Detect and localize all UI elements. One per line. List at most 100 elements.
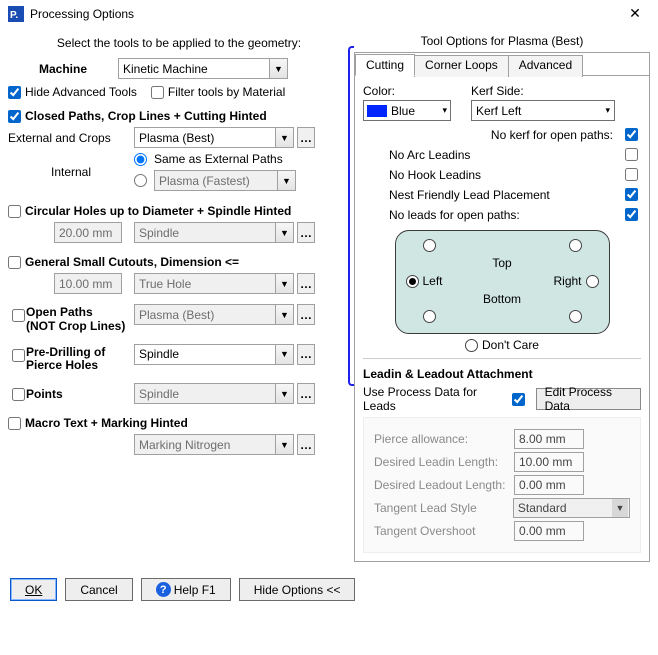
circular-holes-diameter[interactable] (54, 222, 122, 243)
open-paths-tool-combo[interactable]: Plasma (Best) (134, 304, 276, 325)
predrill-tool-combo[interactable]: Spindle (134, 344, 276, 365)
no-arc-leadins-label: No Arc Leadins (363, 148, 470, 162)
macro-text-checkbox[interactable] (8, 417, 21, 430)
edit-process-data-button[interactable]: Edit Process Data (536, 388, 641, 410)
kerf-side-label: Kerf Side: (471, 84, 615, 98)
internal-tool-combo[interactable]: Plasma (Fastest) (154, 170, 278, 191)
circular-holes-more[interactable]: … (297, 222, 315, 243)
open-paths-more[interactable]: … (297, 304, 315, 325)
chevron-down-icon[interactable]: ▼ (276, 383, 294, 404)
tool-options-tabs: Cutting Corner Loops Advanced Color: Blu… (354, 52, 650, 562)
filter-by-material-label: Filter tools by Material (168, 85, 285, 99)
chevron-down-icon[interactable]: ▼ (270, 58, 288, 79)
small-cutouts-more[interactable]: … (297, 273, 315, 294)
points-tool-combo[interactable]: Spindle (134, 383, 276, 404)
lead-pos-topright[interactable] (569, 239, 582, 252)
predrill-label: Pre-Drilling of Pierce Holes (26, 344, 134, 374)
points-checkbox[interactable] (12, 388, 25, 401)
predrill-more[interactable]: … (297, 344, 315, 365)
lead-pos-bottomright[interactable] (569, 310, 582, 323)
closed-paths-checkbox[interactable] (8, 110, 21, 123)
help-button[interactable]: ? Help F1 (141, 578, 231, 601)
leadin-length-value[interactable]: 10.00 mm (514, 452, 584, 472)
open-paths-label: Open Paths (NOT Crop Lines) (26, 304, 134, 334)
tangent-overshoot-value[interactable]: 0.00 mm (514, 521, 584, 541)
dialog-footer: OK Cancel ? Help F1 Hide Options << (0, 570, 658, 613)
nest-friendly-checkbox[interactable] (625, 188, 638, 201)
no-hook-leadins-label: No Hook Leadins (363, 168, 481, 182)
points-more[interactable]: … (297, 383, 315, 404)
circular-holes-checkbox[interactable] (8, 205, 21, 218)
chevron-down-icon[interactable]: ▼ (276, 344, 294, 365)
leadout-length-label: Desired Leadout Length: (374, 478, 514, 492)
circular-holes-tool-combo[interactable]: Spindle (134, 222, 276, 243)
lead-pos-dontcare[interactable] (465, 339, 478, 352)
circular-holes-label: Circular Holes up to Diameter + Spindle … (25, 204, 291, 218)
lead-pos-topleft[interactable] (423, 239, 436, 252)
hide-advanced-tools-checkbox[interactable] (8, 86, 21, 99)
tangent-lead-style-combo[interactable]: Standard ▼ (513, 498, 630, 518)
chevron-down-icon[interactable]: ▼ (276, 222, 294, 243)
lead-pos-left-label: Left (423, 274, 479, 288)
internal-tool-radio[interactable] (134, 174, 147, 187)
lead-position-panel: Top Left Right Bottom (395, 230, 610, 334)
no-kerf-open-checkbox[interactable] (625, 128, 638, 141)
chevron-down-icon[interactable]: ▼ (276, 434, 294, 455)
macro-more[interactable]: … (297, 434, 315, 455)
close-icon[interactable]: ✕ (620, 5, 650, 22)
no-arc-leadins-checkbox[interactable] (625, 148, 638, 161)
open-paths-checkbox[interactable] (12, 309, 25, 322)
pierce-allowance-value[interactable]: 8.00 mm (514, 429, 584, 449)
small-cutouts-label: General Small Cutouts, Dimension <= (25, 255, 239, 269)
lead-pos-top-label: Top (483, 256, 521, 270)
macro-text-label: Macro Text + Marking Hinted (25, 416, 188, 430)
panel-subtitle: Select the tools to be applied to the ge… (8, 36, 350, 50)
color-combo[interactable]: Blue ▾ (363, 100, 451, 121)
leadout-length-value[interactable]: 0.00 mm (514, 475, 584, 495)
internal-label: Internal (8, 165, 134, 179)
hide-options-button[interactable]: Hide Options << (239, 578, 356, 601)
no-leads-open-checkbox[interactable] (625, 208, 638, 221)
chevron-down-icon[interactable]: ▼ (276, 273, 294, 294)
lead-pos-left[interactable] (406, 275, 419, 288)
small-cutouts-checkbox[interactable] (8, 256, 21, 269)
small-cutouts-dimension[interactable] (54, 273, 122, 294)
lead-pos-right-label: Right (525, 274, 582, 288)
tool-options-header: Tool Options for Plasma (Best) (354, 34, 650, 48)
lead-pos-dontcare-label: Don't Care (482, 338, 539, 352)
use-process-data-checkbox[interactable] (512, 393, 525, 406)
chevron-down-icon[interactable]: ▼ (278, 170, 296, 191)
chevron-down-icon: ▾ (442, 105, 447, 116)
chevron-down-icon[interactable]: ▼ (276, 304, 294, 325)
window-title: Processing Options (30, 7, 134, 21)
chevron-down-icon: ▾ (605, 105, 610, 116)
no-hook-leadins-checkbox[interactable] (625, 168, 638, 181)
tangent-lead-style-label: Tangent Lead Style (374, 501, 513, 515)
predrill-checkbox[interactable] (12, 349, 25, 362)
small-cutouts-tool-combo[interactable]: True Hole (134, 273, 276, 294)
kerf-side-combo[interactable]: Kerf Left ▾ (471, 100, 615, 121)
machine-combo[interactable]: Kinetic Machine (118, 58, 270, 79)
tab-corner-loops[interactable]: Corner Loops (414, 55, 509, 77)
lead-pos-bottomleft[interactable] (423, 310, 436, 323)
app-icon: P. (8, 6, 24, 22)
filter-by-material-checkbox[interactable] (151, 86, 164, 99)
tab-advanced[interactable]: Advanced (508, 55, 583, 77)
tool-selection-panel: Select the tools to be applied to the ge… (8, 32, 354, 562)
closed-paths-label: Closed Paths, Crop Lines + Cutting Hinte… (25, 109, 267, 123)
color-swatch (367, 105, 387, 117)
same-as-external-label: Same as External Paths (154, 152, 283, 166)
no-leads-open-label: No leads for open paths: (363, 208, 520, 222)
lead-pos-right[interactable] (586, 275, 599, 288)
macro-tool-combo[interactable]: Marking Nitrogen (134, 434, 276, 455)
chevron-down-icon[interactable]: ▼ (276, 127, 294, 148)
external-crops-label: External and Crops (8, 131, 134, 145)
help-icon: ? (156, 582, 171, 597)
ok-button[interactable]: OK (10, 578, 57, 601)
cancel-button[interactable]: Cancel (65, 578, 132, 601)
tab-cutting[interactable]: Cutting (355, 54, 415, 76)
same-as-external-radio[interactable] (134, 153, 147, 166)
chevron-down-icon: ▼ (612, 499, 628, 517)
external-tool-combo[interactable]: Plasma (Best) (134, 127, 276, 148)
external-tool-more[interactable]: … (297, 127, 315, 148)
